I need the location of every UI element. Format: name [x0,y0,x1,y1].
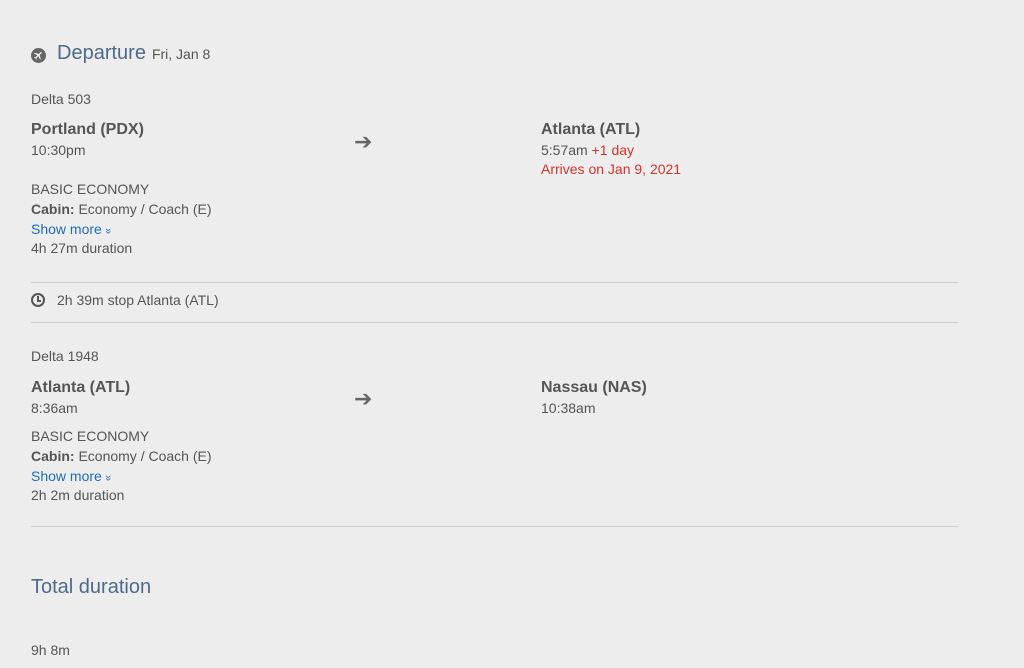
arrival-time: 10:38am [541,400,596,416]
origin-city: Portland (PDX) [31,121,144,138]
right-arrow-icon: ➔ [354,386,373,411]
clock-icon [31,293,45,307]
segment-duration: 2h 2m duration [31,487,125,503]
departure-time: 8:36am [31,400,78,416]
departure-header: Departure Fri, Jan 8 [31,42,210,65]
total-duration-title: Total duration [31,576,152,598]
fare-class: BASIC ECONOMY [31,181,150,197]
cabin-label: Cabin: [31,201,75,217]
cabin-info: Cabin: Economy / Coach (E) [31,448,212,464]
airplane-icon [31,48,46,63]
cabin-value: Economy / Coach (E) [78,448,212,464]
arrival-time-line: 5:57am +1 day [541,142,634,158]
departure-date: Fri, Jan 8 [151,46,211,62]
arrival-time: 5:57am [541,142,588,158]
cabin-value: Economy / Coach (E) [78,201,212,217]
day-offset-badge: +1 day [591,142,635,158]
total-duration-value: 9h 8m [31,642,70,658]
destination-city: Atlanta (ATL) [541,121,641,138]
double-chevron-down-icon: » [101,227,114,235]
double-chevron-down-icon: » [101,474,114,482]
flight-number: Delta 1948 [31,348,99,364]
layover-text: 2h 39m stop Atlanta (ATL) [57,292,219,308]
show-more-label: Show more [31,468,102,484]
show-more-link[interactable]: Show more» [31,468,114,484]
departure-time: 10:30pm [31,142,86,158]
cabin-label: Cabin: [31,448,75,464]
right-arrow-icon: ➔ [354,129,373,154]
flight-number: Delta 503 [31,91,91,107]
show-more-label: Show more [31,221,102,237]
fare-class: BASIC ECONOMY [31,428,150,444]
cabin-info: Cabin: Economy / Coach (E) [31,201,212,217]
arrival-date-note: Arrives on Jan 9, 2021 [541,161,682,177]
divider [31,322,958,323]
divider [31,526,958,527]
origin-city: Atlanta (ATL) [31,379,131,396]
segment-duration: 4h 27m duration [31,240,133,256]
divider [31,282,958,283]
show-more-link[interactable]: Show more» [31,221,114,237]
layover-row: 2h 39m stop Atlanta (ATL) [31,292,219,308]
destination-city: Nassau (NAS) [541,379,647,396]
departure-title: Departure [57,42,146,64]
